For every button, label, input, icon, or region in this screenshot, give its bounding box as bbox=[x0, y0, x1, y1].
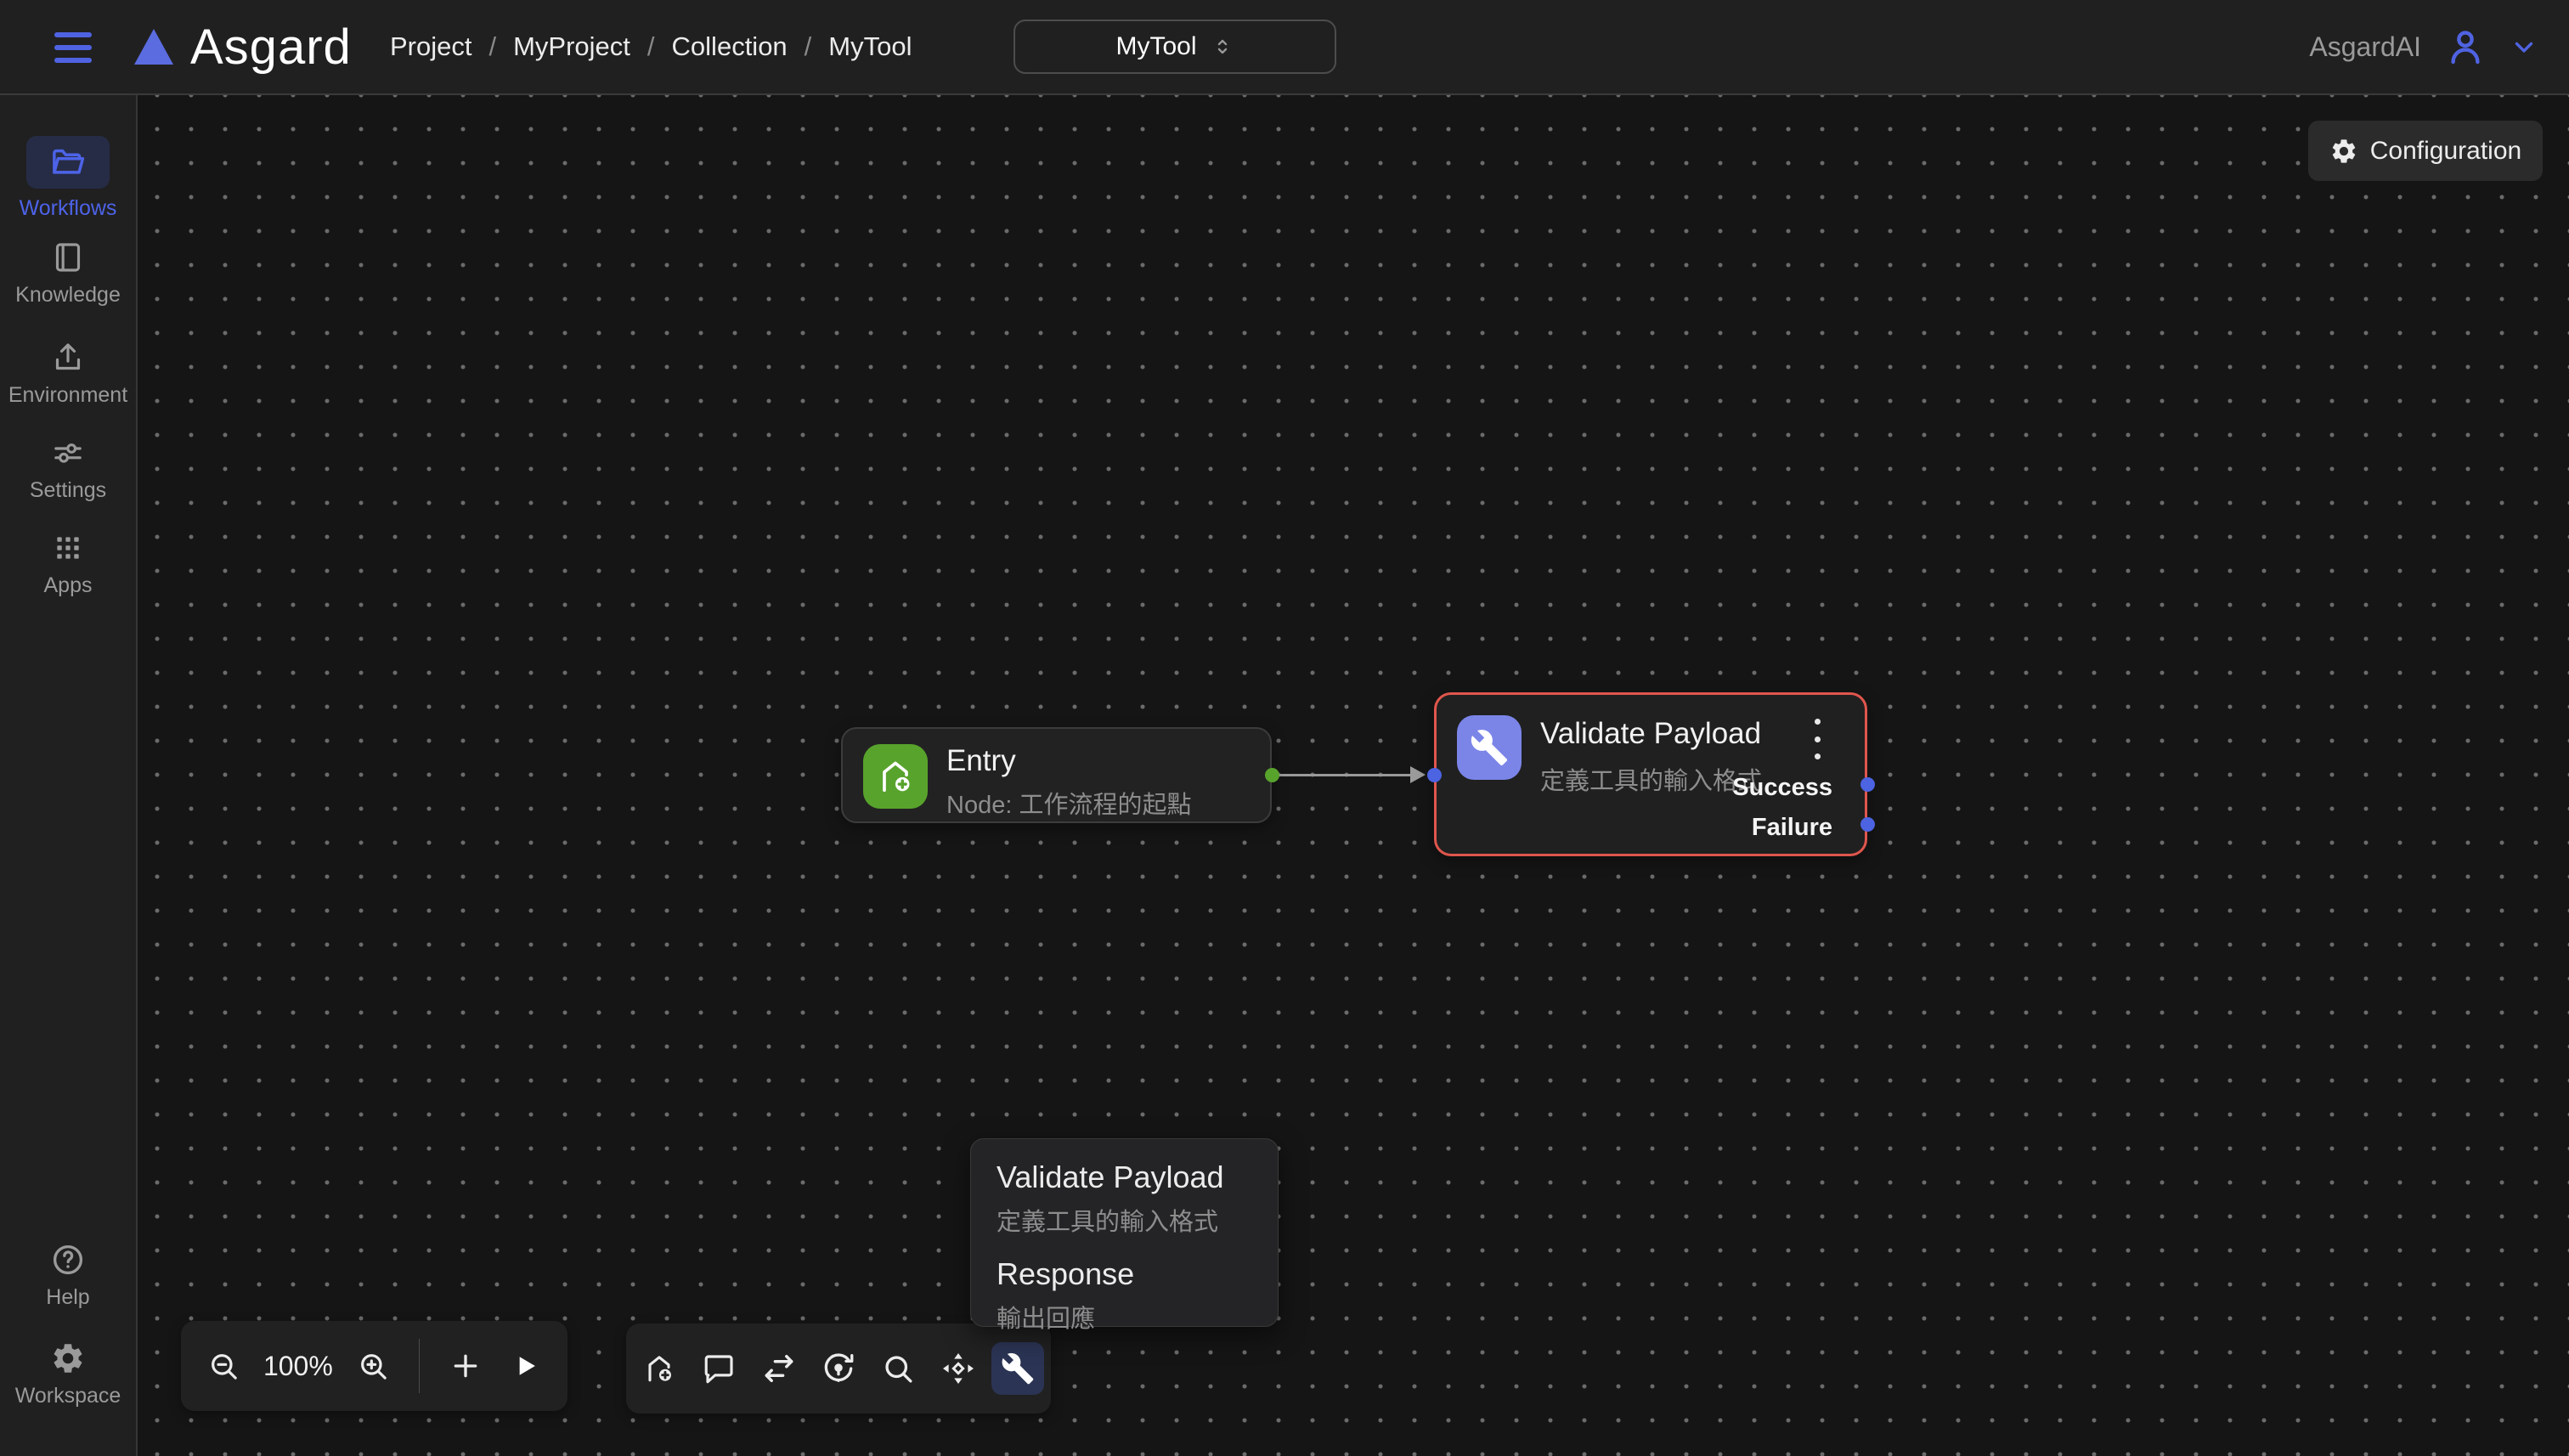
zoom-level-value: 100% bbox=[263, 1351, 334, 1382]
sliders-icon bbox=[50, 435, 86, 471]
menu-item-subtitle: 輸出回應 bbox=[997, 1299, 1252, 1335]
book-icon bbox=[50, 240, 86, 275]
sidebar-item-label: Environment bbox=[8, 383, 127, 408]
sidebar-item-environment[interactable]: Environment bbox=[0, 340, 136, 408]
edge-entry-to-validate[interactable] bbox=[1272, 774, 1423, 776]
sidebar-item-workflows[interactable]: Workflows bbox=[0, 136, 136, 221]
node-picker-menu: Validate Payload 定義工具的輸入格式 Response 輸出回應 bbox=[970, 1138, 1279, 1327]
sidebar-item-apps[interactable]: Apps bbox=[0, 530, 136, 598]
menu-item-response[interactable]: Response 輸出回應 bbox=[997, 1256, 1252, 1335]
sidebar-item-label: Help bbox=[46, 1285, 89, 1310]
breadcrumb: Project / MyProject / Collection / MyToo… bbox=[390, 0, 912, 93]
tool-selector-value: MyTool bbox=[1115, 32, 1196, 61]
toolbar-divider bbox=[419, 1339, 421, 1393]
handle-validate-input[interactable] bbox=[1427, 768, 1442, 782]
account-label: AsgardAI bbox=[2309, 31, 2421, 63]
comment-button[interactable] bbox=[693, 1342, 746, 1395]
upload-icon bbox=[50, 340, 86, 375]
menu-item-validate-payload[interactable]: Validate Payload 定義工具的輸入格式 bbox=[997, 1160, 1252, 1238]
sidebar-item-label: Workflows bbox=[20, 196, 117, 221]
node-title: Validate Payload bbox=[1540, 717, 1761, 751]
gear-icon bbox=[50, 1340, 86, 1376]
sidebar-item-knowledge[interactable]: Knowledge bbox=[0, 240, 136, 308]
handle-failure-output[interactable] bbox=[1860, 817, 1875, 832]
move-button[interactable] bbox=[932, 1342, 985, 1395]
workflow-canvas[interactable]: Configuration Entry Node: 工作流程的起點 Valida… bbox=[138, 95, 2569, 1456]
add-entry-node-button[interactable] bbox=[633, 1342, 686, 1395]
help-circle-icon bbox=[50, 1242, 86, 1278]
output-label-success: Success bbox=[1732, 774, 1832, 802]
node-subtitle: 定義工具的輸入格式 bbox=[1540, 761, 1762, 797]
sidebar: Workflows Knowledge Environment Settings bbox=[0, 95, 138, 1456]
hamburger-menu-icon[interactable] bbox=[54, 32, 92, 63]
handle-success-output[interactable] bbox=[1860, 777, 1875, 792]
account-chevron-down-icon[interactable] bbox=[2510, 32, 2538, 61]
sidebar-item-help[interactable]: Help bbox=[0, 1242, 136, 1310]
sidebar-item-label: Workspace bbox=[15, 1384, 121, 1408]
home-plus-icon bbox=[863, 744, 928, 809]
app-logo[interactable]: Asgard bbox=[134, 0, 352, 93]
wrench-icon bbox=[1457, 715, 1522, 780]
menu-item-title: Validate Payload bbox=[997, 1160, 1252, 1195]
logo-text: Asgard bbox=[190, 19, 352, 76]
swap-connection-button[interactable] bbox=[753, 1342, 805, 1395]
zoom-out-button[interactable] bbox=[203, 1340, 244, 1392]
search-button[interactable] bbox=[872, 1342, 924, 1395]
node-title: Entry bbox=[946, 744, 1016, 778]
node-entry[interactable]: Entry Node: 工作流程的起點 bbox=[841, 727, 1272, 823]
user-avatar-icon[interactable] bbox=[2445, 26, 2486, 67]
configuration-label: Configuration bbox=[2370, 137, 2521, 166]
zoom-in-button[interactable] bbox=[353, 1340, 393, 1392]
sidebar-item-workspace[interactable]: Workspace bbox=[0, 1340, 136, 1408]
auto-run-button[interactable] bbox=[812, 1342, 865, 1395]
logo-triangle-icon bbox=[134, 29, 173, 65]
output-label-failure: Failure bbox=[1752, 814, 1832, 842]
zoom-toolbar: 100% bbox=[181, 1321, 567, 1411]
tool-selector[interactable]: MyTool bbox=[1013, 20, 1336, 74]
handle-entry-output[interactable] bbox=[1265, 768, 1279, 782]
breadcrumb-separator: / bbox=[488, 31, 496, 62]
node-validate-payload[interactable]: Validate Payload 定義工具的輸入格式 Success Failu… bbox=[1434, 692, 1867, 856]
add-button[interactable] bbox=[445, 1340, 486, 1392]
breadcrumb-separator: / bbox=[647, 31, 655, 62]
sidebar-item-label: Apps bbox=[44, 573, 93, 598]
select-updown-icon bbox=[1211, 35, 1234, 59]
menu-item-title: Response bbox=[997, 1256, 1252, 1292]
sidebar-item-label: Settings bbox=[30, 478, 106, 503]
apps-grid-icon bbox=[50, 530, 86, 566]
breadcrumb-separator: / bbox=[805, 31, 812, 62]
node-subtitle: Node: 工作流程的起點 bbox=[946, 785, 1191, 821]
sidebar-item-settings[interactable]: Settings bbox=[0, 435, 136, 503]
tools-toolbar bbox=[626, 1323, 1051, 1414]
folder-open-icon bbox=[26, 136, 110, 189]
edge-arrowhead-icon bbox=[1410, 766, 1426, 783]
breadcrumb-collection[interactable]: Collection bbox=[672, 31, 788, 62]
gear-icon bbox=[2329, 137, 2358, 166]
app-header: Asgard Project / MyProject / Collection … bbox=[0, 0, 2569, 95]
breadcrumb-mytool[interactable]: MyTool bbox=[828, 31, 912, 62]
node-menu-kebab-icon[interactable] bbox=[1809, 719, 1826, 759]
run-button[interactable] bbox=[505, 1340, 545, 1392]
configuration-button[interactable]: Configuration bbox=[2308, 121, 2543, 181]
breadcrumb-myproject[interactable]: MyProject bbox=[513, 31, 630, 62]
menu-item-subtitle: 定義工具的輸入格式 bbox=[997, 1202, 1252, 1238]
header-right-group: AsgardAI bbox=[2309, 0, 2538, 93]
tools-button[interactable] bbox=[991, 1342, 1044, 1395]
sidebar-item-label: Knowledge bbox=[15, 283, 121, 308]
breadcrumb-project[interactable]: Project bbox=[390, 31, 471, 62]
